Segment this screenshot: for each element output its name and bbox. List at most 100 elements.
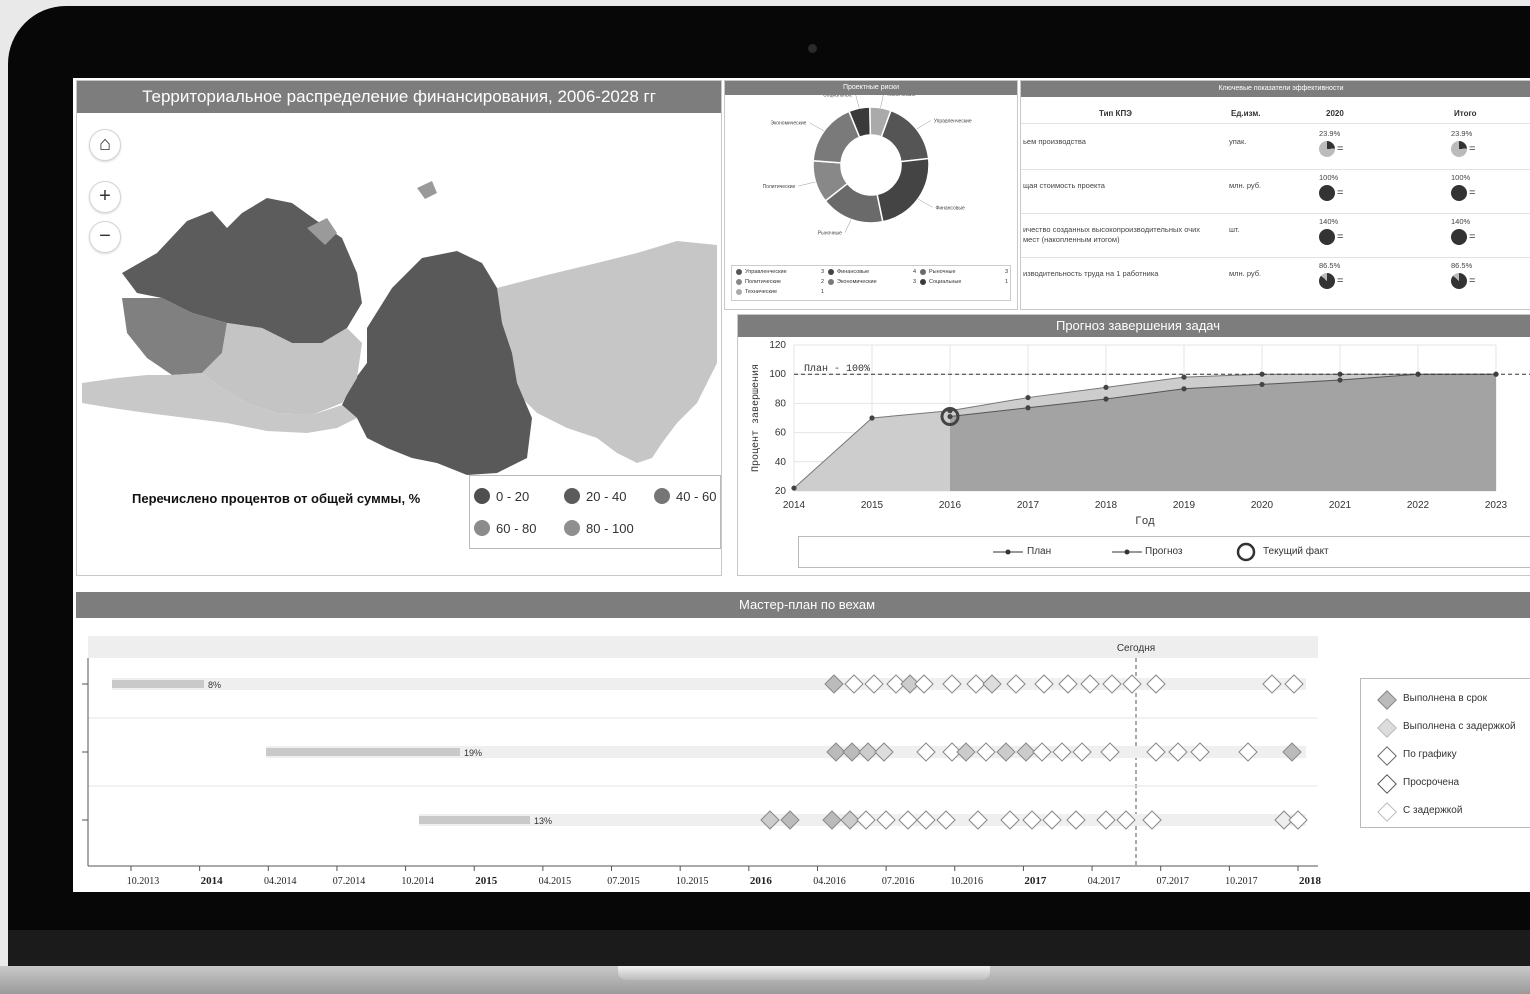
forecast-point[interactable] <box>1259 381 1265 388</box>
milestone-status-diamond-icon <box>1377 774 1397 794</box>
milestone-diamond[interactable] <box>1042 810 1062 830</box>
milestone-diamond[interactable] <box>1072 742 1092 762</box>
plan-point[interactable] <box>1025 394 1031 401</box>
kpi-pie-icon <box>1451 229 1467 245</box>
forecast-point[interactable] <box>947 413 953 420</box>
milestone-diamond[interactable] <box>914 674 934 694</box>
milestone-diamond[interactable] <box>1058 674 1078 694</box>
kpi-row-name: ьем производства <box>1023 137 1086 146</box>
milestone-diamond[interactable] <box>898 810 918 830</box>
milestones-panel: Мастер-план по вехам Сегодня 8% 19% 13% 10.2… <box>76 592 1530 888</box>
milestone-diamond[interactable] <box>1034 674 1054 694</box>
milestone-diamond[interactable] <box>1006 674 1026 694</box>
milestone-diamond[interactable] <box>916 810 936 830</box>
kpi-percent-label: 23.9% <box>1319 129 1341 138</box>
kpi-header-unit: Ед.изм. <box>1231 109 1261 118</box>
milestone-diamond[interactable] <box>844 674 864 694</box>
milestone-diamond[interactable] <box>968 810 988 830</box>
plus-icon: + <box>99 185 111 207</box>
milestone-diamond[interactable] <box>1080 674 1100 694</box>
milestone-diamond[interactable] <box>1102 674 1122 694</box>
zoom-in-button[interactable]: + <box>89 181 121 213</box>
plan-point[interactable] <box>791 485 797 491</box>
milestone-diamond[interactable] <box>856 810 876 830</box>
kpi-pie-icon <box>1319 185 1335 201</box>
risk-legend-label: Социальные <box>929 279 962 285</box>
milestone-diamond[interactable] <box>982 674 1002 694</box>
milestone-diamond[interactable] <box>1032 742 1052 762</box>
region-siberia <box>342 251 532 475</box>
milestone-diamond[interactable] <box>1096 810 1116 830</box>
milestone-diamond[interactable] <box>824 674 844 694</box>
milestone-diamond[interactable] <box>1168 742 1188 762</box>
milestone-diamond[interactable] <box>936 810 956 830</box>
milestone-progress-bar <box>112 680 204 688</box>
donut-label-leader <box>917 198 933 208</box>
plan-point[interactable] <box>1181 374 1187 380</box>
milestone-diamond[interactable] <box>1262 674 1282 694</box>
milestone-diamond[interactable] <box>1190 742 1210 762</box>
y-tick-label: 20 <box>775 486 787 497</box>
forecast-point[interactable] <box>1181 386 1187 392</box>
legend-item: 80 - 100 <box>564 520 634 536</box>
forecast-point[interactable] <box>1337 377 1343 383</box>
plan-point[interactable] <box>869 415 875 421</box>
milestone-diamond[interactable] <box>1100 742 1120 762</box>
x-tick-label: 2018 <box>1095 500 1118 511</box>
trend-equal-icon: = <box>1469 187 1476 199</box>
x-tick-label: 2023 <box>1485 500 1508 511</box>
milestone-diamond[interactable] <box>1052 742 1072 762</box>
milestone-diamond[interactable] <box>916 742 936 762</box>
milestone-diamond[interactable] <box>942 674 962 694</box>
milestone-diamond[interactable] <box>1142 810 1162 830</box>
kpi-title: Ключевые показатели эффективности <box>1021 81 1530 97</box>
risk-legend-item: Рыночные 3 <box>920 269 1008 275</box>
timeline-tick-label: 10.2017 <box>1225 876 1258 887</box>
milestone-diamond[interactable] <box>822 810 842 830</box>
milestone-legend-label: По графику <box>1403 749 1457 760</box>
milestone-diamond[interactable] <box>1000 810 1020 830</box>
milestone-diamond[interactable] <box>1146 742 1166 762</box>
milestone-diamond[interactable] <box>1146 674 1166 694</box>
milestone-diamond[interactable] <box>1116 810 1136 830</box>
milestone-diamond[interactable] <box>1066 810 1086 830</box>
risk-legend-item: Управленческие 3 <box>736 269 824 275</box>
kpi-pie-icon <box>1451 185 1467 201</box>
donut-slice[interactable] <box>876 157 930 223</box>
milestone-diamond[interactable] <box>1284 674 1304 694</box>
milestone-diamond[interactable] <box>976 742 996 762</box>
milestone-diamond[interactable] <box>780 810 800 830</box>
milestone-diamond[interactable] <box>864 674 884 694</box>
forecast-point[interactable] <box>1103 396 1109 402</box>
milestone-diamond[interactable] <box>1122 674 1142 694</box>
milestones-chart[interactable]: Сегодня 8% 19% 13% 10.2013 2014 04.2014 07.2014… <box>76 618 1356 888</box>
milestone-diamond[interactable] <box>874 742 894 762</box>
plan-point[interactable] <box>1103 384 1109 390</box>
risk-legend-value: 3 <box>1004 269 1008 275</box>
milestone-diamond[interactable] <box>956 742 976 762</box>
milestones-legend: Выполнена в срок Выполнена с задержкой По … <box>1360 678 1530 828</box>
milestone-diamond[interactable] <box>1282 742 1302 762</box>
milestone-diamond[interactable] <box>760 810 780 830</box>
milestone-diamond[interactable] <box>1022 810 1042 830</box>
risk-legend-label: Управленческие <box>745 269 787 275</box>
risk-legend-label: Технические <box>745 289 778 295</box>
webcam <box>808 44 817 53</box>
milestone-status-diamond-icon <box>1377 718 1397 738</box>
forecast-point[interactable] <box>1025 405 1031 411</box>
region-islands <box>307 181 437 245</box>
map-legend: 0 - 20 20 - 40 40 - 60 60 - 80 80 - 100 <box>469 475 721 549</box>
milestone-diamond[interactable] <box>1288 810 1308 830</box>
milestone-diamond[interactable] <box>876 810 896 830</box>
risks-panel: Проектные риски Управленческие Финансовые… <box>724 80 1018 310</box>
legend-item: 60 - 80 <box>474 520 536 536</box>
map-regions <box>82 181 717 475</box>
risk-legend-value: 1 <box>820 289 824 295</box>
home-button[interactable]: ⌂ <box>89 129 121 161</box>
zoom-out-button[interactable]: − <box>89 221 121 253</box>
milestone-diamond[interactable] <box>1238 742 1258 762</box>
risks-title: Проектные риски <box>725 81 1017 95</box>
milestone-diamond[interactable] <box>996 742 1016 762</box>
x-tick-label: 2014 <box>783 500 806 511</box>
timeline-tick-label: 10.2016 <box>951 876 984 887</box>
